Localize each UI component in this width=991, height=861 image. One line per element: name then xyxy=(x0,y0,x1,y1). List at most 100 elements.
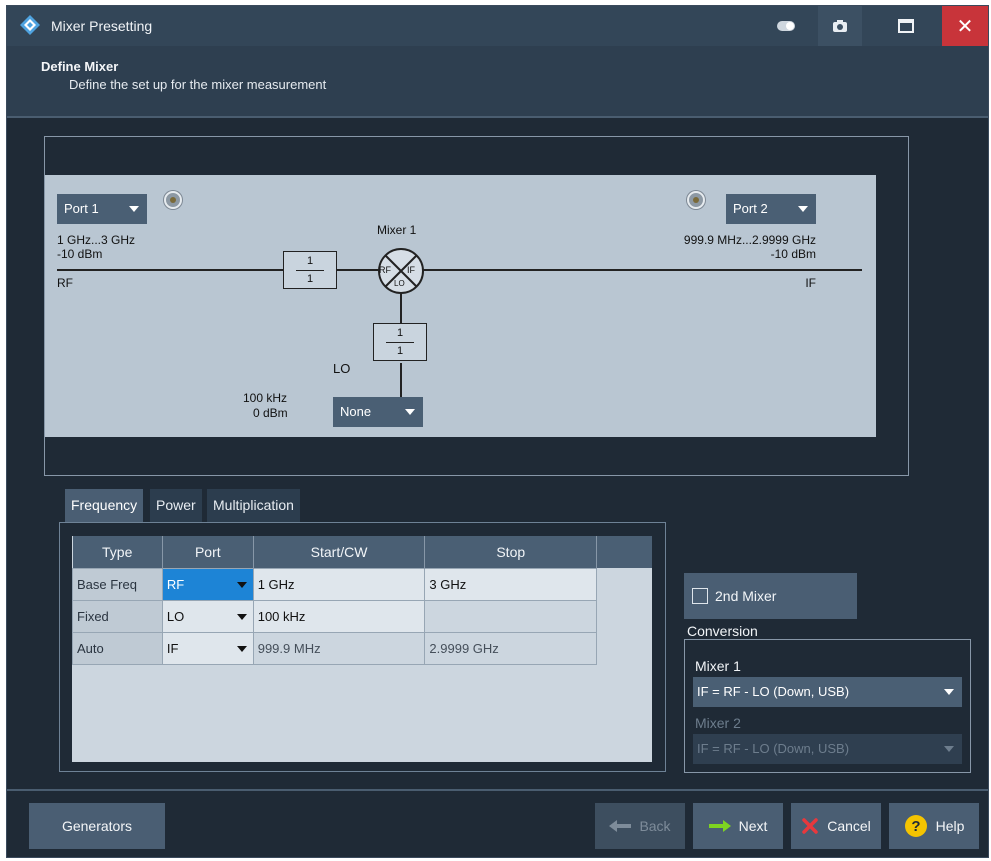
next-label: Next xyxy=(738,818,768,834)
lo-multiplier-denominator: 1 xyxy=(396,345,404,357)
table-row: Base Freq RF 1 GHz 3 GHz xyxy=(72,567,652,601)
arrow-right-icon xyxy=(708,820,731,832)
fraction-bar xyxy=(386,342,414,343)
mixer-diagram-frame: Port 1 1 GHz...3 GHz -10 dBm RF 1 1 Mixe… xyxy=(44,136,909,476)
stop-input[interactable]: 3 GHz xyxy=(424,567,598,601)
lo-freq: 100 kHz xyxy=(243,391,288,405)
port-value: LO xyxy=(166,608,185,624)
tab-multiplication[interactable]: Multiplication xyxy=(207,489,300,522)
second-mixer-checkbox[interactable]: 2nd Mixer xyxy=(684,573,857,619)
cancel-label: Cancel xyxy=(827,818,871,834)
row-type: Auto xyxy=(72,631,163,665)
window-title: Mixer Presetting xyxy=(51,18,153,34)
row-filler xyxy=(596,600,652,632)
rs-logo-icon xyxy=(20,15,40,35)
help-button[interactable]: ? Help xyxy=(889,803,979,849)
footer-divider xyxy=(7,789,988,791)
chevron-down-icon xyxy=(798,206,808,212)
lo-power: 0 dBm xyxy=(253,406,288,420)
rf-multiplier-denominator: 1 xyxy=(306,273,314,285)
close-icon: ✕ xyxy=(956,15,974,38)
port-select[interactable]: LO xyxy=(161,599,254,633)
conversion-group: Mixer 1 IF = RF - LO (Down, USB) Mixer 2… xyxy=(684,639,971,773)
cancel-button[interactable]: Cancel xyxy=(791,803,881,849)
toggle-button[interactable] xyxy=(764,6,808,46)
mixer1-label: Mixer 1 xyxy=(695,658,741,674)
svg-text:?: ? xyxy=(911,818,920,835)
chevron-down-icon xyxy=(129,206,139,212)
rf-power: -10 dBm xyxy=(57,247,103,261)
lo-multiplier-box[interactable]: 1 1 xyxy=(373,323,427,361)
next-button[interactable]: Next xyxy=(693,803,783,849)
mixer-lo-label: LO xyxy=(394,279,405,288)
if-label: IF xyxy=(805,276,816,290)
if-power: -10 dBm xyxy=(770,247,816,261)
checkbox-icon xyxy=(692,588,708,604)
column-header-start: Start/CW xyxy=(253,536,426,568)
mixer-if-label: IF xyxy=(407,265,415,275)
chevron-down-icon xyxy=(944,689,954,695)
chevron-down-icon xyxy=(944,746,954,752)
port-select[interactable]: RF xyxy=(161,567,254,601)
stop-value: 2.9999 GHz xyxy=(424,631,598,665)
port-value: IF xyxy=(166,640,179,656)
lo-label: LO xyxy=(333,361,351,376)
rf-port-select[interactable]: Port 1 xyxy=(57,194,147,224)
arrow-left-icon xyxy=(609,820,632,832)
generators-label: Generators xyxy=(61,818,133,834)
mixer-diagram: Port 1 1 GHz...3 GHz -10 dBm RF 1 1 Mixe… xyxy=(45,175,876,437)
if-port-select[interactable]: Port 2 xyxy=(726,194,816,224)
close-button[interactable]: ✕ xyxy=(942,6,988,46)
start-input[interactable]: 100 kHz xyxy=(252,599,426,633)
lo-port-select[interactable]: None xyxy=(333,397,423,427)
stop-input xyxy=(424,599,598,633)
tab-power[interactable]: Power xyxy=(150,489,202,522)
mixer-presetting-dialog: Mixer Presetting ✕ Define Mixer Define t… xyxy=(6,5,989,858)
toggle-icon xyxy=(777,21,795,31)
row-type: Fixed xyxy=(72,599,163,633)
mixer1-conversion-select[interactable]: IF = RF - LO (Down, USB) xyxy=(693,677,962,707)
column-header-type: Type xyxy=(72,536,163,568)
camera-icon xyxy=(833,20,847,32)
screenshot-button[interactable] xyxy=(818,6,862,46)
port-select[interactable]: IF xyxy=(161,631,254,665)
start-input[interactable]: 1 GHz xyxy=(252,567,426,601)
mixer-label: Mixer 1 xyxy=(377,223,417,237)
mixer2-conversion-select: IF = RF - LO (Down, USB) xyxy=(693,734,962,764)
chevron-down-icon xyxy=(236,613,247,620)
back-label: Back xyxy=(639,818,671,834)
if-connector-icon xyxy=(687,191,705,209)
rf-multiplier-numerator: 1 xyxy=(306,255,314,267)
question-icon: ? xyxy=(904,815,927,837)
x-icon xyxy=(802,818,818,834)
chevron-down-icon xyxy=(236,645,247,652)
tab-frequency[interactable]: Frequency xyxy=(65,489,144,522)
mixer2-label: Mixer 2 xyxy=(695,715,741,731)
column-header-stop: Stop xyxy=(424,536,598,568)
chevron-down-icon xyxy=(236,581,247,588)
generators-button[interactable]: Generators xyxy=(29,803,165,849)
mixer1-conversion-value: IF = RF - LO (Down, USB) xyxy=(697,684,850,699)
maximize-icon xyxy=(898,19,914,33)
port-value: RF xyxy=(166,576,185,592)
page-subtitle: Define the set up for the mixer measurem… xyxy=(69,77,327,92)
rf-label: RF xyxy=(57,276,73,290)
frequency-table: Type Port Start/CW Stop Base Freq RF 1 G… xyxy=(72,536,652,762)
lo-multiplier-numerator: 1 xyxy=(396,327,404,339)
page-header: Define Mixer Define the set up for the m… xyxy=(7,46,988,118)
column-header-port: Port xyxy=(162,536,254,568)
fraction-bar xyxy=(296,270,324,271)
maximize-button[interactable] xyxy=(884,6,928,46)
page-title: Define Mixer xyxy=(41,59,119,74)
if-port-value: Port 2 xyxy=(733,201,768,216)
table-header-row: Type Port Start/CW Stop xyxy=(72,536,652,568)
column-header-filler xyxy=(596,536,652,568)
title-bar: Mixer Presetting ✕ xyxy=(7,6,988,46)
row-filler xyxy=(596,568,652,600)
back-button[interactable]: Back xyxy=(595,803,685,849)
start-value: 999.9 MHz xyxy=(252,631,426,665)
lo-port-value: None xyxy=(340,404,372,419)
rf-multiplier-box[interactable]: 1 1 xyxy=(283,251,337,289)
if-freq-range: 999.9 MHz...2.9999 GHz xyxy=(683,233,816,247)
table-row: Fixed LO 100 kHz xyxy=(72,599,652,633)
